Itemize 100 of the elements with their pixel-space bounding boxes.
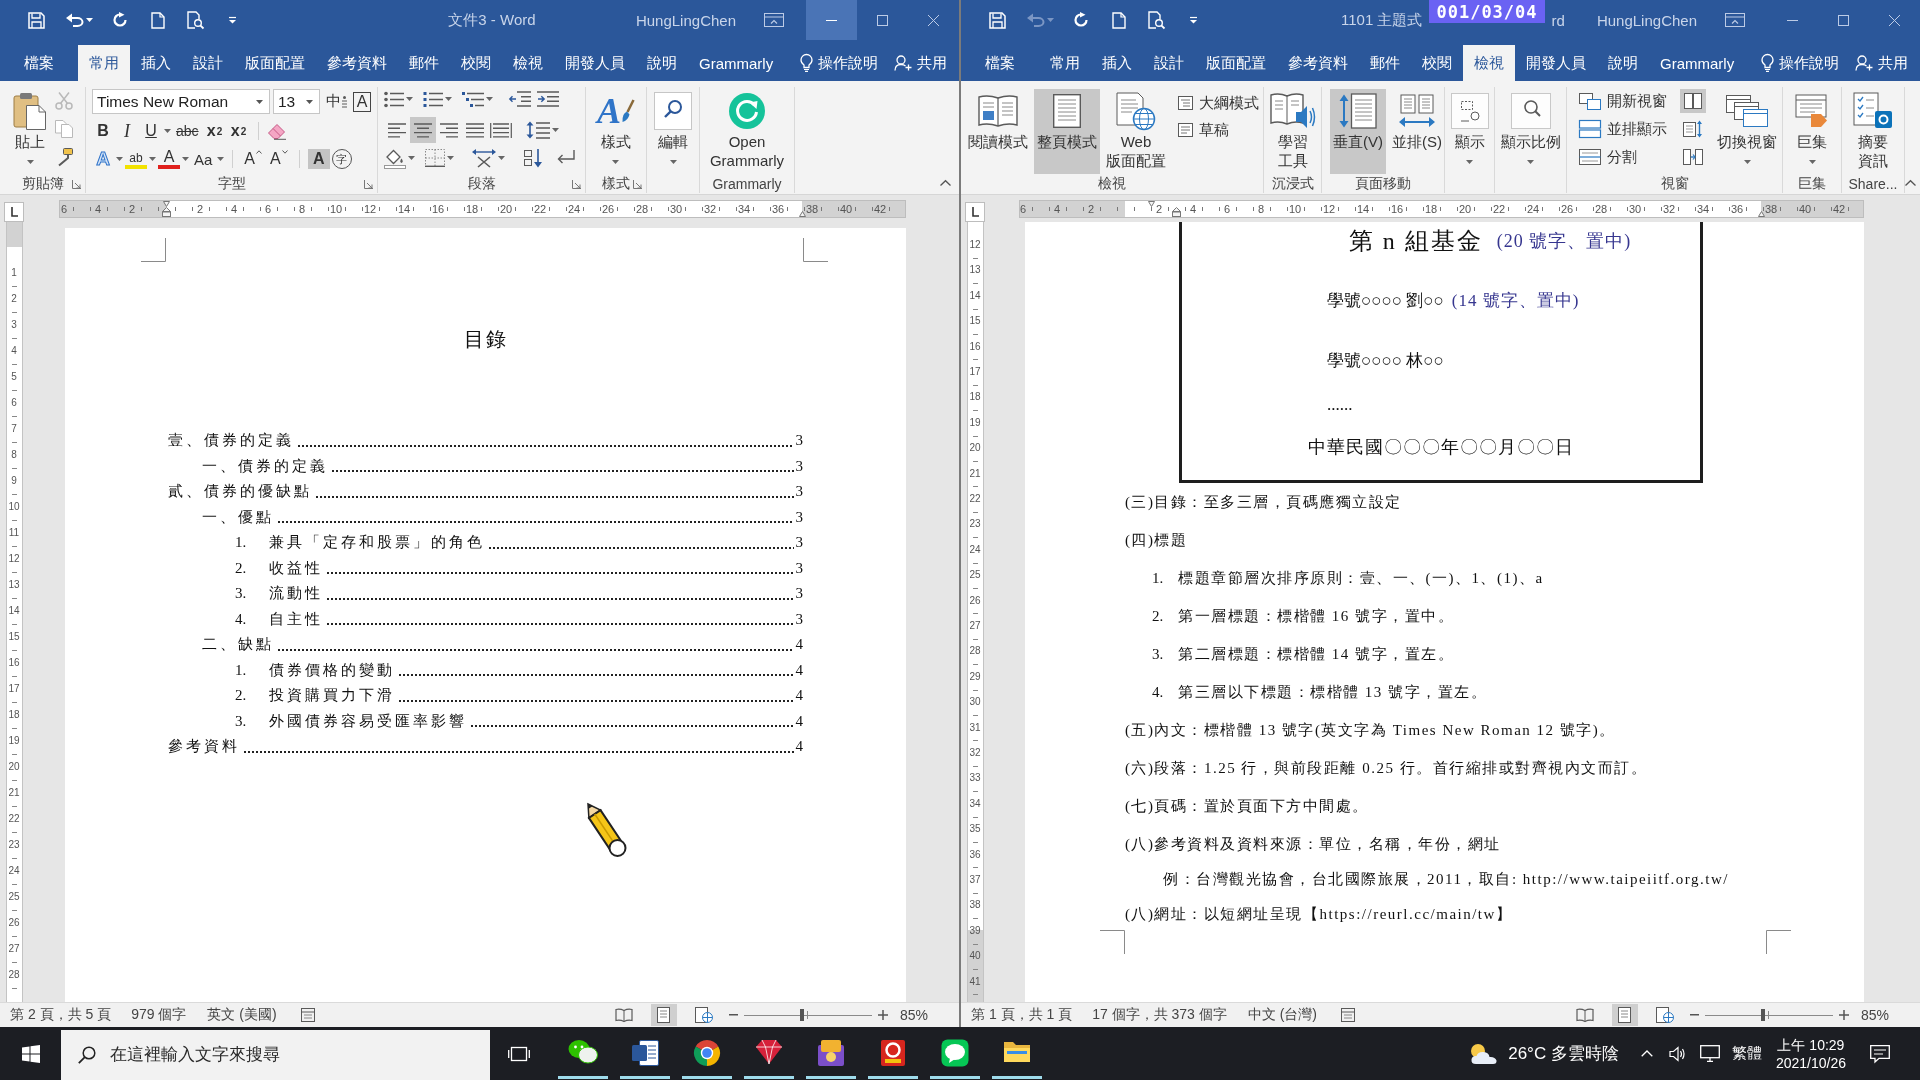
vertical-ruler[interactable]: 1 2 3 4 5 6 7 8 9 10 11 12 13 14 15 16 17 18 19 20 21 22 23 24 25 26 27 28 bbox=[5, 222, 23, 1002]
ribbon-tab[interactable]: 插入 bbox=[1091, 45, 1143, 81]
new-window-button[interactable]: 開新視窗 bbox=[1576, 89, 1670, 113]
caret-icon[interactable] bbox=[116, 157, 123, 161]
phonetic-guide-button[interactable]: 中 bbox=[323, 91, 350, 112]
ribbon-tab[interactable]: 常用 bbox=[78, 45, 130, 81]
tab-stop-icon[interactable] bbox=[965, 202, 985, 222]
sort-icon[interactable] bbox=[523, 148, 543, 168]
new-document-icon[interactable] bbox=[1112, 11, 1126, 29]
folder-icon[interactable] bbox=[1003, 1039, 1031, 1063]
side-to-side-button[interactable]: 並排(S) bbox=[1389, 89, 1445, 174]
vertical-button[interactable]: 垂直(V) bbox=[1330, 89, 1386, 174]
save-icon[interactable] bbox=[28, 11, 45, 29]
partly-cloudy-icon[interactable] bbox=[1468, 1041, 1499, 1066]
arrow-cross-icon[interactable] bbox=[472, 148, 496, 168]
print-layout-view-button[interactable] bbox=[650, 1004, 677, 1026]
search-bar[interactable]: 在這裡輸入文字來搜尋 bbox=[61, 1030, 490, 1080]
monitor-icon[interactable] bbox=[1699, 1045, 1720, 1062]
close-icon[interactable] bbox=[1889, 14, 1900, 26]
save-icon[interactable] bbox=[989, 11, 1006, 29]
ribbon-tab[interactable]: 開發人員 bbox=[554, 45, 636, 81]
web-layout-button[interactable]: Web 版面配置 bbox=[1103, 89, 1169, 174]
document-app-icon[interactable] bbox=[631, 1039, 659, 1067]
eraser-icon[interactable] bbox=[266, 122, 287, 140]
caret-icon[interactable] bbox=[498, 156, 505, 160]
switch-windows-button[interactable]: 切換視窗 bbox=[1714, 89, 1780, 174]
right-indent-icon[interactable] bbox=[798, 211, 806, 217]
word-count[interactable]: 979 個字 bbox=[131, 1006, 187, 1024]
ribbon-tab[interactable]: 檔案 bbox=[974, 45, 1026, 81]
multilevel-list-icon[interactable] bbox=[462, 90, 484, 108]
dialog-launcher-icon[interactable] bbox=[572, 179, 581, 189]
zoom-slider[interactable] bbox=[1704, 1008, 1833, 1022]
caret-icon[interactable] bbox=[164, 129, 171, 133]
document-info-button[interactable]: 摘要資訊 bbox=[1850, 89, 1896, 174]
window-toggle-button[interactable] bbox=[1680, 89, 1706, 113]
ribbon-display-options-icon[interactable] bbox=[1725, 13, 1745, 27]
tricolor-circle-icon[interactable] bbox=[693, 1039, 721, 1067]
ribbon-tab[interactable]: 檢視 bbox=[502, 45, 554, 81]
caret-icon[interactable] bbox=[408, 156, 415, 160]
repeat-icon[interactable] bbox=[1073, 12, 1089, 28]
zoom-slider-thumb[interactable] bbox=[799, 1009, 804, 1021]
caret-icon[interactable] bbox=[149, 157, 156, 161]
macros-button[interactable]: 巨集 bbox=[1792, 89, 1832, 174]
paint-bucket-icon[interactable] bbox=[384, 147, 406, 169]
task-view-icon[interactable] bbox=[508, 1044, 530, 1063]
ribbon-tab[interactable]: Grammarly bbox=[688, 45, 785, 81]
ribbon-tab[interactable]: 郵件 bbox=[398, 45, 450, 81]
zoom-in-icon[interactable] bbox=[1838, 1010, 1849, 1020]
new-document-icon[interactable] bbox=[151, 11, 165, 29]
highlight-button[interactable]: ab bbox=[125, 149, 147, 169]
caret-icon[interactable] bbox=[217, 157, 225, 161]
left-indent-icon[interactable] bbox=[161, 207, 171, 217]
zoom-level[interactable]: 85% bbox=[899, 1007, 928, 1023]
horizontal-ruler[interactable]: 6 4 2 2 4 6 8 10 12 14 16 18 20 22 24 26 28 30 32 34 36 38 40 42 bbox=[59, 200, 906, 218]
window-icon[interactable] bbox=[300, 1008, 315, 1022]
print-layout-view-button[interactable] bbox=[1611, 1004, 1638, 1026]
ribbon-tab[interactable]: 郵件 bbox=[1359, 45, 1411, 81]
vertical-ruler[interactable]: 12 13 14 15 16 17 18 19 20 21 22 23 24 25 26 27 28 29 30 31 32 33 34 35 36 37 38 39 40 41 bbox=[966, 222, 984, 1002]
ribbon-tab[interactable]: 說明 bbox=[1597, 45, 1649, 81]
ribbon-tab[interactable]: 說明 bbox=[636, 45, 688, 81]
windows-logo-icon[interactable] bbox=[21, 1044, 40, 1063]
editing-button[interactable]: 編輯 bbox=[651, 89, 695, 174]
line-spacing-icon[interactable] bbox=[526, 121, 550, 139]
ribbon-tab[interactable]: 參考資料 bbox=[316, 45, 398, 81]
close-icon[interactable] bbox=[928, 14, 939, 26]
chevron-up-icon[interactable] bbox=[940, 180, 951, 186]
show-button[interactable]: 顯示 bbox=[1447, 89, 1492, 174]
arrange-all-button[interactable]: 並排顯示 bbox=[1576, 117, 1670, 141]
caret-icon[interactable] bbox=[447, 156, 454, 160]
strikethrough-button[interactable]: abc bbox=[173, 121, 202, 141]
customize-menu-icon[interactable] bbox=[1189, 16, 1198, 24]
gem-icon[interactable] bbox=[755, 1039, 783, 1065]
decrease-indent-icon[interactable] bbox=[509, 91, 531, 107]
print-preview-icon[interactable] bbox=[1148, 11, 1165, 29]
weather-text[interactable]: 26°C 多雲時陰 bbox=[1508, 1042, 1619, 1065]
speaker-icon[interactable] bbox=[1668, 1045, 1686, 1062]
styles-button[interactable]: A 樣式 bbox=[594, 89, 638, 174]
chat-bubbles-icon[interactable] bbox=[568, 1039, 598, 1065]
ribbon-tab[interactable]: 插入 bbox=[130, 45, 182, 81]
customize-menu-icon[interactable] bbox=[228, 16, 237, 24]
maximize-icon[interactable] bbox=[877, 14, 888, 26]
underline-button[interactable]: U bbox=[140, 121, 162, 141]
square-list-icon[interactable] bbox=[423, 90, 443, 108]
learning-tools-button[interactable]: 學習工具 bbox=[1266, 89, 1319, 174]
paste-button[interactable]: 貼上 bbox=[10, 89, 50, 174]
bold-button[interactable]: B bbox=[92, 121, 114, 141]
chevron-up-icon[interactable] bbox=[1905, 180, 1916, 186]
zoom-in-icon[interactable] bbox=[877, 1010, 888, 1020]
user-name[interactable]: HungLingChen bbox=[1596, 11, 1697, 29]
outline-button[interactable]: 大綱模式 bbox=[1175, 92, 1262, 114]
ribbon-tab[interactable]: 檢視 bbox=[1463, 45, 1515, 81]
horizontal-ruler[interactable]: 6 4 2 2 4 6 8 10 12 14 16 18 20 22 24 26 28 30 32 34 36 38 40 42 bbox=[1019, 200, 1864, 218]
print-layout-button[interactable]: 整頁模式 bbox=[1034, 89, 1100, 174]
clock-time[interactable]: 上午 10:29 bbox=[1777, 1035, 1845, 1054]
user-name[interactable]: HungLingChen bbox=[635, 11, 736, 29]
first-line-indent-icon[interactable] bbox=[162, 201, 170, 207]
align-center-button[interactable] bbox=[410, 117, 436, 143]
undo-icon[interactable] bbox=[66, 13, 84, 27]
caret-icon[interactable] bbox=[445, 97, 452, 101]
zoom-button[interactable]: 顯示比例 bbox=[1497, 89, 1564, 174]
